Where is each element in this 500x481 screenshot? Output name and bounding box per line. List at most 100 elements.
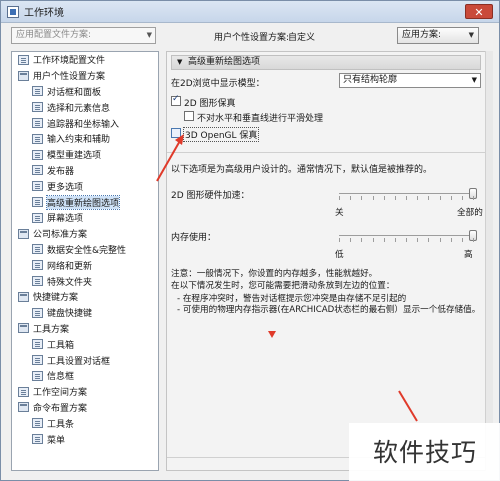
- tree-item-label: 屏幕选项: [47, 214, 84, 225]
- work-environment-window: 工作环境 ✕ 应用配置文件方案: ▼ 用户个性设置方案: 自定义 应用方案: ▼…: [0, 0, 500, 481]
- memory-max-label: 高: [464, 250, 473, 260]
- hw-accel-slider-track[interactable]: [339, 193, 473, 194]
- slider-tick: [350, 196, 352, 200]
- tree-item[interactable]: 发布器: [12, 163, 158, 179]
- tree-item[interactable]: 网络和更新: [12, 257, 158, 273]
- hw-accel-max-label: 全部的: [457, 208, 483, 218]
- tree-item[interactable]: 屏幕选项: [12, 210, 158, 226]
- tree-item-label: 输入约束和辅助: [47, 135, 111, 146]
- tree-item[interactable]: 键盘快捷键: [12, 305, 158, 321]
- tree-item[interactable]: 命令布置方案: [12, 400, 158, 416]
- tree-item[interactable]: 工作环境配置文件: [12, 52, 158, 68]
- model-display-label: 在2D浏览中显示模型：: [171, 79, 265, 89]
- tree-item[interactable]: 输入约束和辅助: [12, 131, 158, 147]
- 2d-fidelity-label: 2D 图形保真: [184, 99, 236, 109]
- slider-tick: [428, 238, 430, 242]
- red-arrow-marker: [268, 331, 276, 338]
- tree-item-label: 公司标准方案: [33, 230, 88, 241]
- tree-item-label: 模型重建选项: [47, 151, 102, 162]
- hw-accel-min-label: 关: [335, 208, 344, 218]
- tree-item[interactable]: 用户个性设置方案: [12, 68, 158, 84]
- tree-item-label: 工具条: [47, 419, 75, 430]
- slider-tick: [361, 196, 363, 200]
- folder-icon: [18, 228, 29, 239]
- caution-line-1: 注意：一般情况下，你设置的内存越多，性能就越好。: [171, 269, 378, 279]
- memory-label: 内存使用：: [171, 233, 217, 243]
- apply-scheme-button[interactable]: 应用方案: ▼: [397, 27, 479, 44]
- tree-item[interactable]: 工具设置对话框: [12, 352, 158, 368]
- folder-icon: [18, 291, 29, 302]
- divider: [167, 152, 485, 153]
- 2d-fidelity-checkbox[interactable]: [171, 94, 181, 106]
- slider-tick: [450, 196, 452, 200]
- red-arrow-shaft: [398, 390, 418, 422]
- tree-item[interactable]: 高级重新绘图选项: [12, 194, 158, 210]
- tree-item[interactable]: 特殊文件夹: [12, 273, 158, 289]
- 3d-opengl-label: 3D OpenGL 保真: [182, 127, 260, 142]
- tree-item[interactable]: 工具箱: [12, 336, 158, 352]
- close-button[interactable]: ✕: [465, 4, 493, 19]
- tree-item[interactable]: 模型重建选项: [12, 147, 158, 163]
- page-icon: [32, 355, 43, 366]
- chevron-down-icon: ▼: [468, 31, 474, 39]
- red-annotation-arrow-icon: [156, 134, 184, 182]
- tree-item[interactable]: 数据安全性&完整性: [12, 242, 158, 258]
- page-icon: [32, 418, 43, 429]
- tree-item-label: 特殊文件夹: [47, 277, 93, 288]
- panel-scrollbar[interactable]: [485, 51, 493, 471]
- tree-item[interactable]: 工具条: [12, 415, 158, 431]
- apply-profile-dropdown[interactable]: 应用配置文件方案: ▼: [11, 27, 156, 44]
- tree-item-label: 高级重新绘图选项: [45, 194, 121, 210]
- tree-item-label: 发布器: [47, 166, 75, 177]
- tree-item-label: 命令布置方案: [33, 403, 88, 414]
- tree-item[interactable]: 公司标准方案: [12, 226, 158, 242]
- page-icon: [32, 244, 43, 255]
- page-icon: [32, 102, 43, 113]
- tree-item[interactable]: 信息框: [12, 368, 158, 384]
- profile-icon: [18, 54, 29, 65]
- tree-item[interactable]: 追踪器和坐标输入: [12, 115, 158, 131]
- tree-item-label: 对话框和面板: [47, 87, 102, 98]
- profile-toolbar: 应用配置文件方案: ▼ 用户个性设置方案: 自定义 应用方案: ▼: [1, 25, 499, 47]
- memory-slider-track[interactable]: [339, 235, 473, 236]
- tree-item-label: 键盘快捷键: [47, 309, 93, 320]
- tree-item-label: 用户个性设置方案: [33, 72, 106, 83]
- tree-item[interactable]: 对话框和面板: [12, 84, 158, 100]
- slider-tick: [394, 196, 396, 200]
- page-icon: [32, 149, 43, 160]
- tree-item-label: 快捷键方案: [33, 293, 79, 304]
- page-icon: [32, 370, 43, 381]
- slider-tick: [361, 238, 363, 242]
- slider-tick: [450, 238, 452, 242]
- no-smooth-lines-label: 不对水平和垂直线进行平滑处理: [197, 114, 324, 124]
- slider-tick: [339, 196, 340, 200]
- page-icon: [32, 197, 43, 208]
- tree-item-label: 追踪器和坐标输入: [47, 119, 120, 130]
- model-display-select[interactable]: 只有结构轮廓 ▼: [339, 73, 481, 88]
- section-title: 高级重新绘图选项: [188, 57, 261, 67]
- window-title: 工作环境: [24, 8, 64, 19]
- tree-item-label: 菜单: [47, 435, 66, 446]
- page-icon: [32, 165, 43, 176]
- settings-tree[interactable]: 工作环境配置文件用户个性设置方案对话框和面板 选择和元素信息追踪器和坐标输入 输入约…: [11, 51, 159, 471]
- tree-item-label: 网络和更新: [47, 261, 93, 272]
- slider-tick: [383, 196, 385, 200]
- section-header[interactable]: ▼ 高级重新绘图选项: [171, 55, 481, 70]
- tree-item[interactable]: 快捷键方案: [12, 289, 158, 305]
- collapse-triangle-icon: ▼: [177, 58, 183, 66]
- watermark: 软件技巧: [349, 423, 500, 481]
- page-icon: [32, 212, 43, 223]
- red-arrow-shaft: [156, 138, 182, 182]
- title-bar: 工作环境 ✕: [1, 1, 499, 23]
- tree-item[interactable]: 菜单: [12, 431, 158, 447]
- tree-item[interactable]: 选择和元素信息: [12, 99, 158, 115]
- slider-tick: [473, 238, 474, 242]
- tree-item[interactable]: 工具方案: [12, 321, 158, 337]
- profile-label: 用户个性设置方案:: [214, 33, 290, 43]
- tree-item[interactable]: 工作空间方案: [12, 384, 158, 400]
- caution-line-4: - 可使用的物理内存指示器(在ARCHICAD状态栏的最右侧）显示一个低存储值。: [177, 305, 481, 315]
- slider-tick: [394, 238, 396, 242]
- slider-tick: [461, 196, 463, 200]
- no-smooth-lines-checkbox[interactable]: [184, 111, 194, 121]
- tree-item[interactable]: 更多选项: [12, 178, 158, 194]
